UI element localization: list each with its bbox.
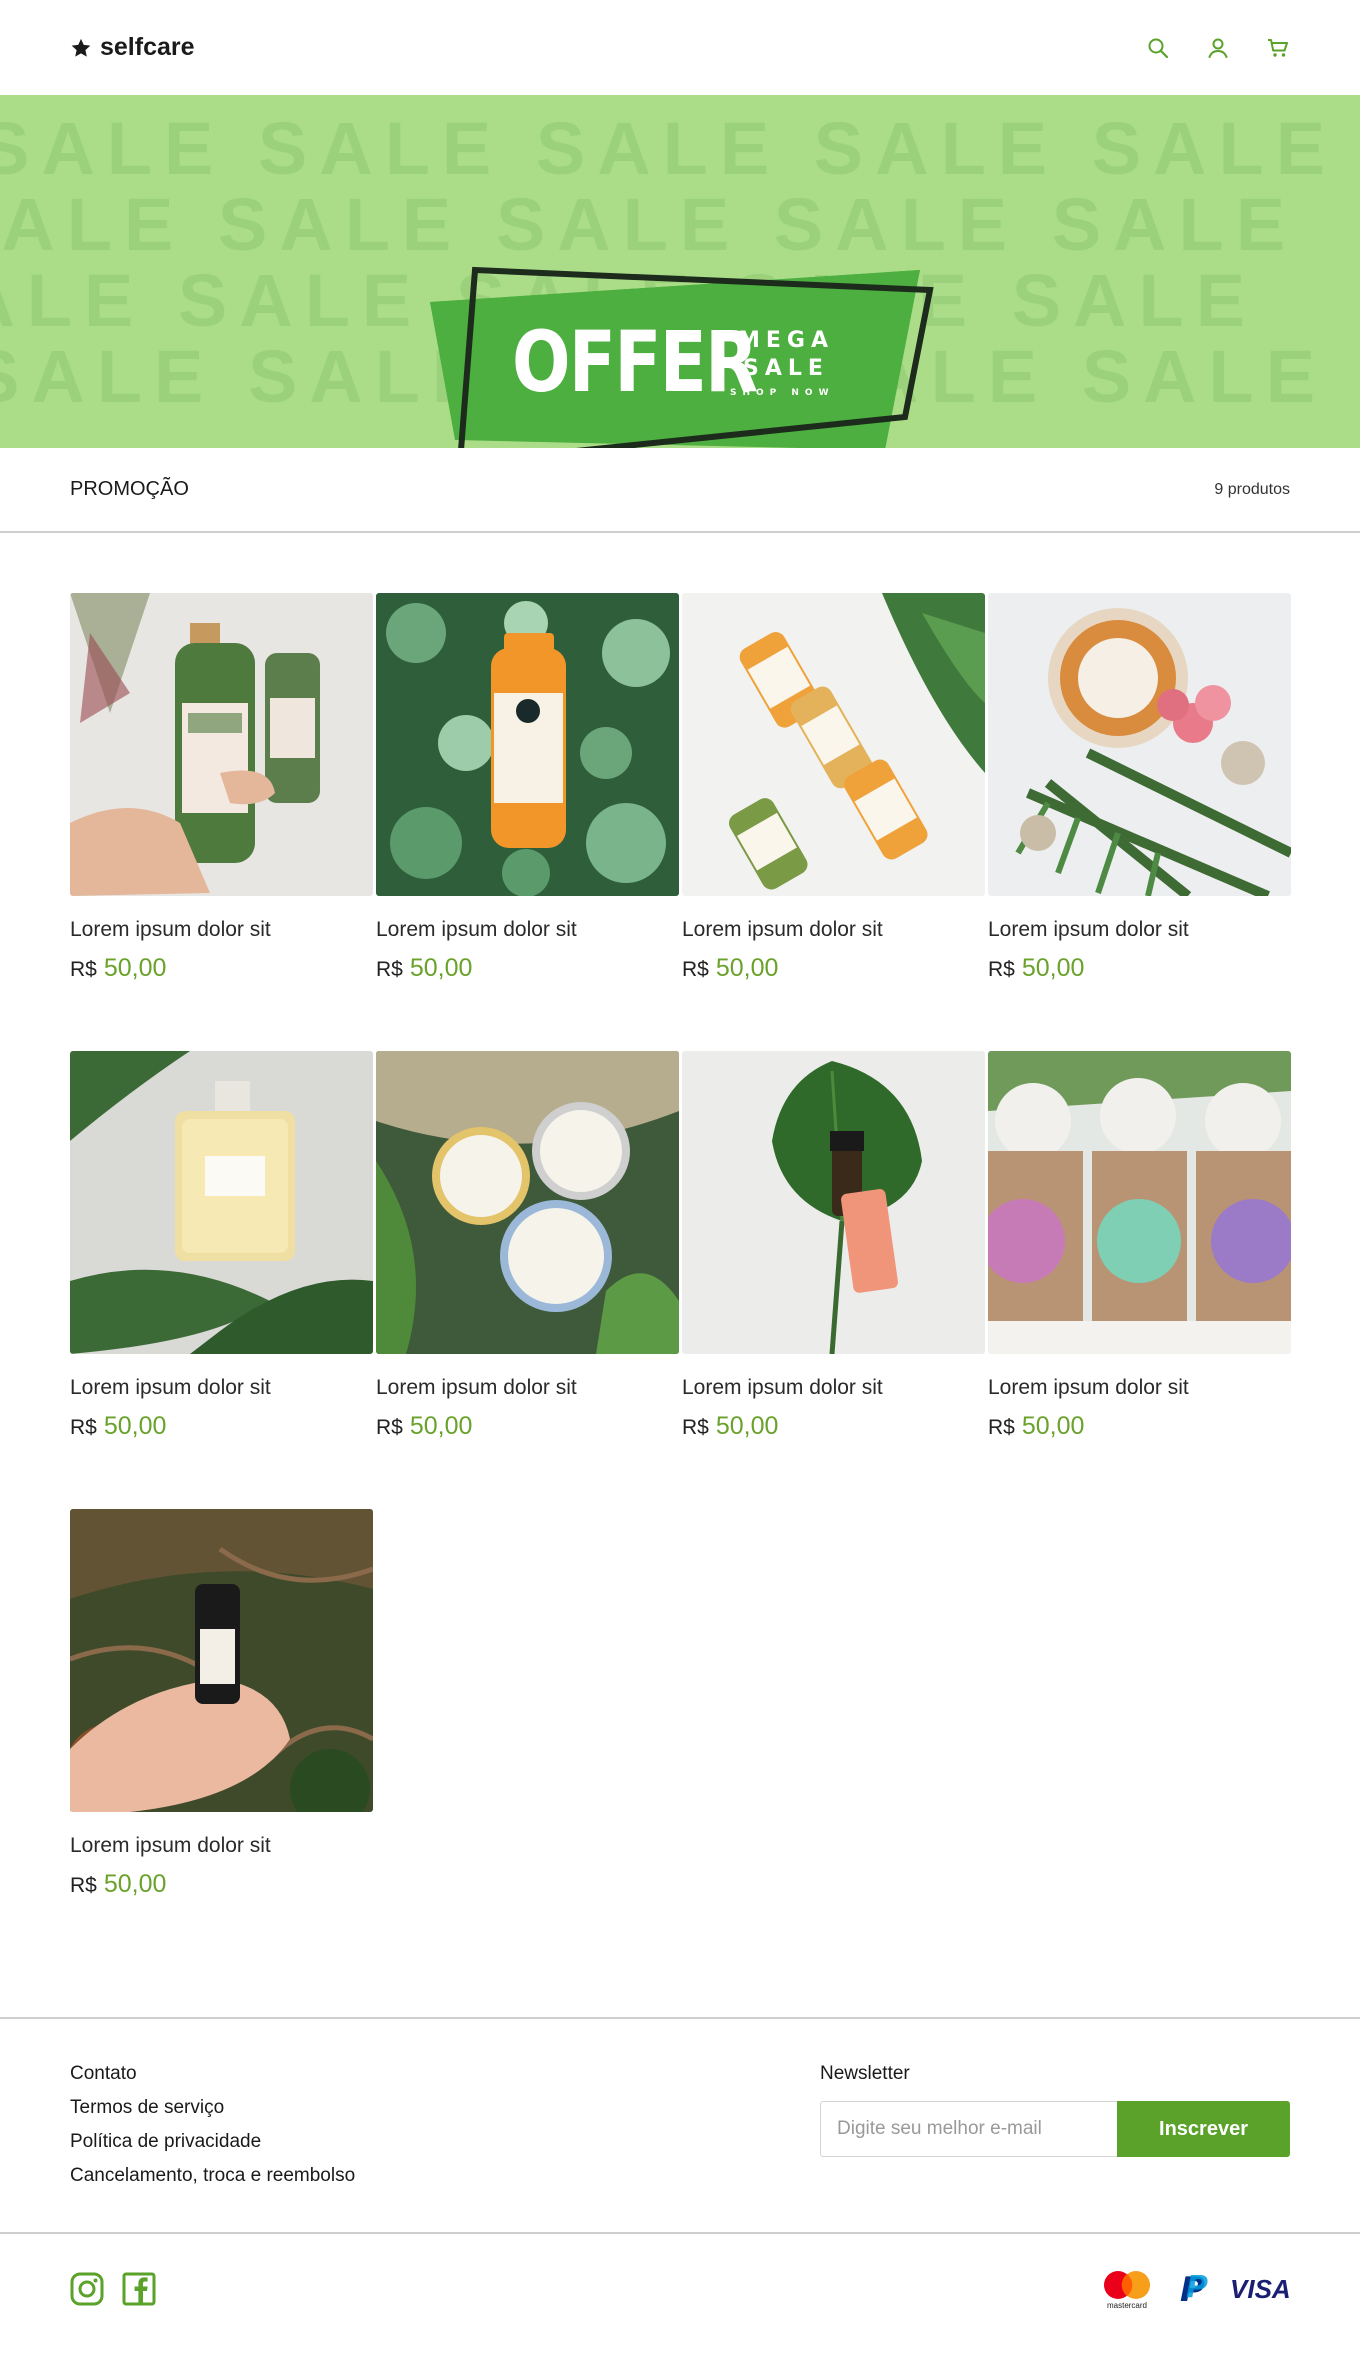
- visa-icon: VISA: [1230, 2274, 1290, 2304]
- footer-bottom: mastercard P P VISA: [0, 2234, 1360, 2344]
- site-footer: Contato Termos de serviço Política de pr…: [0, 2017, 1360, 2344]
- product-image[interactable]: [70, 1051, 373, 1354]
- product-card[interactable]: Lorem ipsum dolor sit R$ 50,00: [682, 593, 985, 1051]
- footer-main: Contato Termos de serviço Política de pr…: [0, 2019, 1360, 2234]
- footer-links: Contato Termos de serviço Política de pr…: [70, 2057, 355, 2232]
- product-price: R$ 50,00: [682, 1412, 779, 1440]
- product-image[interactable]: [376, 1051, 679, 1354]
- product-price: R$ 50,00: [376, 954, 473, 982]
- star-icon: [71, 38, 91, 57]
- logo[interactable]: selfcare: [70, 33, 195, 62]
- product-price: R$ 50,00: [376, 1412, 473, 1440]
- cart-icon[interactable]: [1266, 36, 1290, 60]
- product-image[interactable]: [70, 1509, 373, 1812]
- product-price: R$ 50,00: [70, 1870, 167, 1898]
- product-image[interactable]: [988, 1051, 1291, 1354]
- promo-banner[interactable]: SALE SALE SALE SALE SALE SALE SALE SALE …: [0, 95, 1360, 448]
- product-card[interactable]: Lorem ipsum dolor sit R$ 50,00: [70, 1051, 373, 1509]
- search-icon[interactable]: [1146, 36, 1170, 60]
- footer-link-terms[interactable]: Termos de serviço: [70, 2091, 355, 2125]
- product-name[interactable]: Lorem ipsum dolor sit: [988, 918, 1291, 942]
- product-name[interactable]: Lorem ipsum dolor sit: [682, 918, 985, 942]
- product-name[interactable]: Lorem ipsum dolor sit: [70, 1834, 373, 1858]
- product-image[interactable]: [682, 593, 985, 896]
- product-name[interactable]: Lorem ipsum dolor sit: [376, 1376, 679, 1400]
- svg-text:P: P: [1186, 2271, 1208, 2305]
- newsletter-email-input[interactable]: [820, 2101, 1117, 2157]
- collection-title: PROMOÇÃO: [70, 478, 189, 500]
- product-card[interactable]: Lorem ipsum dolor sit R$ 50,00: [70, 1509, 373, 1967]
- shop-now-text: SHOP NOW: [730, 388, 835, 398]
- mega-sale-text: MEGA SALE: [738, 328, 835, 381]
- subscribe-button[interactable]: Inscrever: [1117, 2101, 1290, 2157]
- header-actions: [1146, 36, 1290, 60]
- mastercard-icon: mastercard: [1104, 2271, 1150, 2310]
- newsletter: Newsletter Inscrever: [820, 2057, 1290, 2232]
- footer-link-privacy[interactable]: Política de privacidade: [70, 2125, 355, 2159]
- social-links: [70, 2272, 156, 2306]
- product-price: R$ 50,00: [988, 954, 1085, 982]
- product-card[interactable]: Lorem ipsum dolor sit R$ 50,00: [682, 1051, 985, 1509]
- product-image[interactable]: [376, 593, 679, 896]
- svg-text:mastercard: mastercard: [1107, 2301, 1147, 2310]
- footer-link-contato[interactable]: Contato: [70, 2057, 355, 2091]
- product-card[interactable]: Lorem ipsum dolor sit R$ 50,00: [988, 1051, 1291, 1509]
- product-card[interactable]: Lorem ipsum dolor sit R$ 50,00: [70, 593, 373, 1051]
- collection-header: PROMOÇÃO 9 produtos: [0, 448, 1360, 533]
- payment-methods: mastercard P P VISA: [1098, 2267, 1290, 2311]
- offer-text: OFFER: [512, 313, 758, 411]
- product-price: R$ 50,00: [988, 1412, 1085, 1440]
- product-name[interactable]: Lorem ipsum dolor sit: [70, 918, 373, 942]
- product-card[interactable]: Lorem ipsum dolor sit R$ 50,00: [376, 593, 679, 1051]
- product-image[interactable]: [682, 1051, 985, 1354]
- product-price: R$ 50,00: [682, 954, 779, 982]
- product-image[interactable]: [70, 593, 373, 896]
- offer-badge: OFFER MEGA SALE SHOP NOW: [0, 95, 1360, 448]
- product-name[interactable]: Lorem ipsum dolor sit: [376, 918, 679, 942]
- footer-link-refund[interactable]: Cancelamento, troca e reembolso: [70, 2159, 355, 2193]
- product-grid: Lorem ipsum dolor sit R$ 50,00 Lorem ips…: [0, 533, 1360, 1967]
- user-icon[interactable]: [1206, 36, 1230, 60]
- product-card[interactable]: Lorem ipsum dolor sit R$ 50,00: [988, 593, 1291, 1051]
- product-name[interactable]: Lorem ipsum dolor sit: [988, 1376, 1291, 1400]
- paypal-icon: P P: [1180, 2271, 1208, 2307]
- site-header: selfcare: [0, 0, 1360, 95]
- product-price: R$ 50,00: [70, 954, 167, 982]
- logo-text: selfcare: [100, 33, 195, 61]
- facebook-icon[interactable]: [122, 2272, 156, 2306]
- newsletter-title: Newsletter: [820, 2063, 910, 2084]
- instagram-icon[interactable]: [70, 2272, 104, 2306]
- product-price: R$ 50,00: [70, 1412, 167, 1440]
- product-name[interactable]: Lorem ipsum dolor sit: [682, 1376, 985, 1400]
- page: selfcare SALE SALE SALE SALE SALE SALE S…: [0, 0, 1360, 2370]
- product-card[interactable]: Lorem ipsum dolor sit R$ 50,00: [376, 1051, 679, 1509]
- product-name[interactable]: Lorem ipsum dolor sit: [70, 1376, 373, 1400]
- svg-text:VISA: VISA: [1230, 2274, 1290, 2304]
- product-image[interactable]: [988, 593, 1291, 896]
- newsletter-form: Inscrever: [820, 2101, 1290, 2157]
- product-count: 9 produtos: [1214, 480, 1290, 498]
